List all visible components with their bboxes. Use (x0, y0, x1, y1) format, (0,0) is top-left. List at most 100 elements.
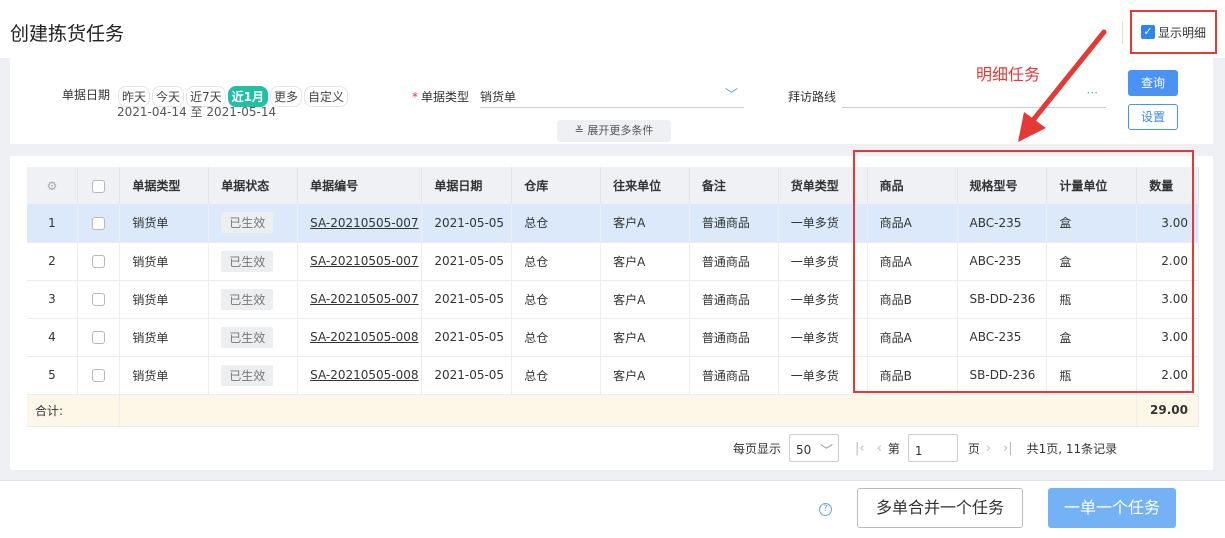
total-row: 合计: 29.00 (27, 394, 1199, 427)
doc-no-link[interactable]: SA-20210505-007 (310, 254, 418, 268)
cell-doc-type: 销货单 (119, 356, 210, 395)
settings-button[interactable]: 设置 (1128, 104, 1178, 130)
total-qty: 29.00 (1136, 394, 1199, 427)
page: 创建拣货任务 ✓ 显示明细 单据日期 昨天 今天 近7天 近1月 更多 自定义 … (0, 0, 1225, 538)
doc-no-link[interactable]: SA-20210505-007 (310, 292, 418, 306)
annotation-arrow-icon (1018, 29, 1107, 142)
header-doc-type[interactable]: 单据类型 (119, 167, 210, 204)
per-page-value: 50 (796, 443, 812, 457)
cell-warehouse: 总仓 (511, 242, 602, 281)
next-page-icon[interactable]: › (986, 441, 991, 456)
header-doc-date[interactable]: 单据日期 (421, 167, 513, 204)
row-checkbox[interactable] (77, 318, 121, 357)
help-icon[interactable]: ? (819, 503, 832, 516)
last-page-icon[interactable]: ›| (1003, 441, 1013, 456)
cell-kind: 一单多货 (778, 280, 868, 319)
doc-no-link[interactable]: SA-20210505-007 (310, 216, 418, 230)
row-index: 4 (27, 318, 78, 357)
double-chevron-down-icon: ≚ (574, 124, 584, 137)
cell-doc-type: 销货单 (119, 318, 210, 357)
query-button[interactable]: 查询 (1128, 70, 1178, 96)
row-index: 3 (27, 280, 78, 319)
table-row[interactable]: 3 销货单 已生效 SA-20210505-007 2021-05-05 总仓 … (27, 280, 1199, 319)
cell-date: 2021-05-05 (421, 280, 513, 319)
single-task-button[interactable]: 一单一个任务 (1048, 488, 1176, 528)
header-product[interactable]: 商品 (867, 167, 958, 204)
status-badge: 已生效 (221, 326, 274, 348)
cell-date: 2021-05-05 (421, 356, 513, 395)
doc-type-select[interactable]: 销货单 ﹀ (480, 82, 744, 108)
cell-status: 已生效 (208, 318, 299, 357)
cell-doc-no: SA-20210505-008 (297, 356, 423, 395)
cell-product: 商品A (867, 318, 958, 357)
select-all-checkbox[interactable] (77, 167, 121, 204)
cell-product: 商品A (867, 242, 958, 281)
column-settings-icon[interactable]: ⚙ (27, 167, 78, 204)
header-doc-no[interactable]: 单据编号 (297, 167, 423, 204)
chevron-down-icon: ﹀ (820, 444, 834, 459)
date-range[interactable]: 2021-04-14 至 2021-05-14 (117, 103, 276, 120)
row-checkbox[interactable] (77, 204, 121, 243)
table-header-row: ⚙ 单据类型 单据状态 单据编号 单据日期 仓库 往来单位 备注 货单类型 商品… (27, 167, 1199, 204)
cell-unit: 瓶 (1046, 280, 1138, 319)
row-checkbox[interactable] (77, 242, 121, 281)
cell-spec: ABC-235 (957, 242, 1048, 281)
expand-label: 展开更多条件 (587, 124, 654, 137)
table-row[interactable]: 5 销货单 已生效 SA-20210505-008 2021-05-05 总仓 … (27, 356, 1199, 395)
status-badge: 已生效 (221, 364, 274, 386)
checkmark-icon[interactable]: ✓ (1140, 25, 1155, 39)
expand-more-conditions[interactable]: ≚ 展开更多条件 (557, 120, 671, 142)
header-partner[interactable]: 往来单位 (600, 167, 690, 204)
table-row[interactable]: 4 销货单 已生效 SA-20210505-008 2021-05-05 总仓 … (27, 318, 1199, 357)
table-row[interactable]: 2 销货单 已生效 SA-20210505-007 2021-05-05 总仓 … (27, 242, 1199, 281)
header-doc-status[interactable]: 单据状态 (208, 167, 299, 204)
date-option-custom[interactable]: 自定义 (304, 86, 349, 107)
cell-unit: 盒 (1046, 318, 1138, 357)
doc-no-link[interactable]: SA-20210505-008 (310, 330, 418, 344)
doc-no-link[interactable]: SA-20210505-008 (310, 368, 418, 382)
merge-task-button[interactable]: 多单合并一个任务 (857, 488, 1023, 528)
cell-doc-type: 销货单 (119, 242, 210, 281)
cell-unit: 瓶 (1046, 356, 1138, 395)
doc-type-label: 单据类型 (421, 90, 470, 104)
header-unit[interactable]: 计量单位 (1046, 167, 1138, 204)
cell-status: 已生效 (208, 204, 299, 243)
chevron-down-icon: ﹀ (724, 88, 738, 103)
cell-spec: SB-DD-236 (957, 356, 1048, 395)
cell-product: 商品B (867, 356, 958, 395)
prev-page-icon[interactable]: ‹ (877, 441, 882, 456)
table-row[interactable]: 1 销货单 已生效 SA-20210505-007 2021-05-05 总仓 … (27, 204, 1199, 243)
cell-note: 普通商品 (689, 280, 779, 319)
header-note[interactable]: 备注 (689, 167, 779, 204)
per-page-label: 每页显示 (733, 441, 782, 456)
row-checkbox[interactable] (77, 280, 121, 319)
row-checkbox[interactable] (77, 356, 121, 395)
show-detail-toggle[interactable]: ✓ 显示明细 (1130, 10, 1217, 54)
page-prefix: 第 (887, 441, 900, 456)
page-summary: 共1页, 11条记录 (1026, 441, 1118, 456)
cell-status: 已生效 (208, 356, 299, 395)
header-spec[interactable]: 规格型号 (957, 167, 1048, 204)
cell-doc-no: SA-20210505-008 (297, 318, 423, 357)
page-input[interactable]: 1 (907, 434, 958, 462)
cell-unit: 盒 (1046, 242, 1138, 281)
cell-partner: 客户A (600, 356, 690, 395)
status-badge: 已生效 (221, 212, 274, 234)
table-body: 1 销货单 已生效 SA-20210505-007 2021-05-05 总仓 … (27, 204, 1199, 427)
first-page-icon[interactable]: |‹ (855, 441, 865, 456)
cell-qty: 3.00 (1136, 280, 1199, 319)
header-qty[interactable]: 数量 (1136, 167, 1199, 204)
cell-doc-type: 销货单 (119, 204, 210, 243)
cell-doc-no: SA-20210505-007 (297, 280, 423, 319)
header-warehouse[interactable]: 仓库 (511, 167, 602, 204)
header-kind[interactable]: 货单类型 (778, 167, 868, 204)
results-table: ⚙ 单据类型 单据状态 单据编号 单据日期 仓库 往来单位 备注 货单类型 商品… (27, 167, 1199, 427)
footer-bar: ? 多单合并一个任务 一单一个任务 (0, 480, 1225, 538)
cell-kind: 一单多货 (778, 318, 868, 357)
cell-qty: 3.00 (1136, 204, 1199, 243)
cell-product: 商品B (867, 280, 958, 319)
per-page-select[interactable]: 50 ﹀ (789, 434, 840, 462)
cell-note: 普通商品 (689, 242, 779, 281)
cell-partner: 客户A (600, 318, 690, 357)
cell-qty: 3.00 (1136, 318, 1199, 357)
